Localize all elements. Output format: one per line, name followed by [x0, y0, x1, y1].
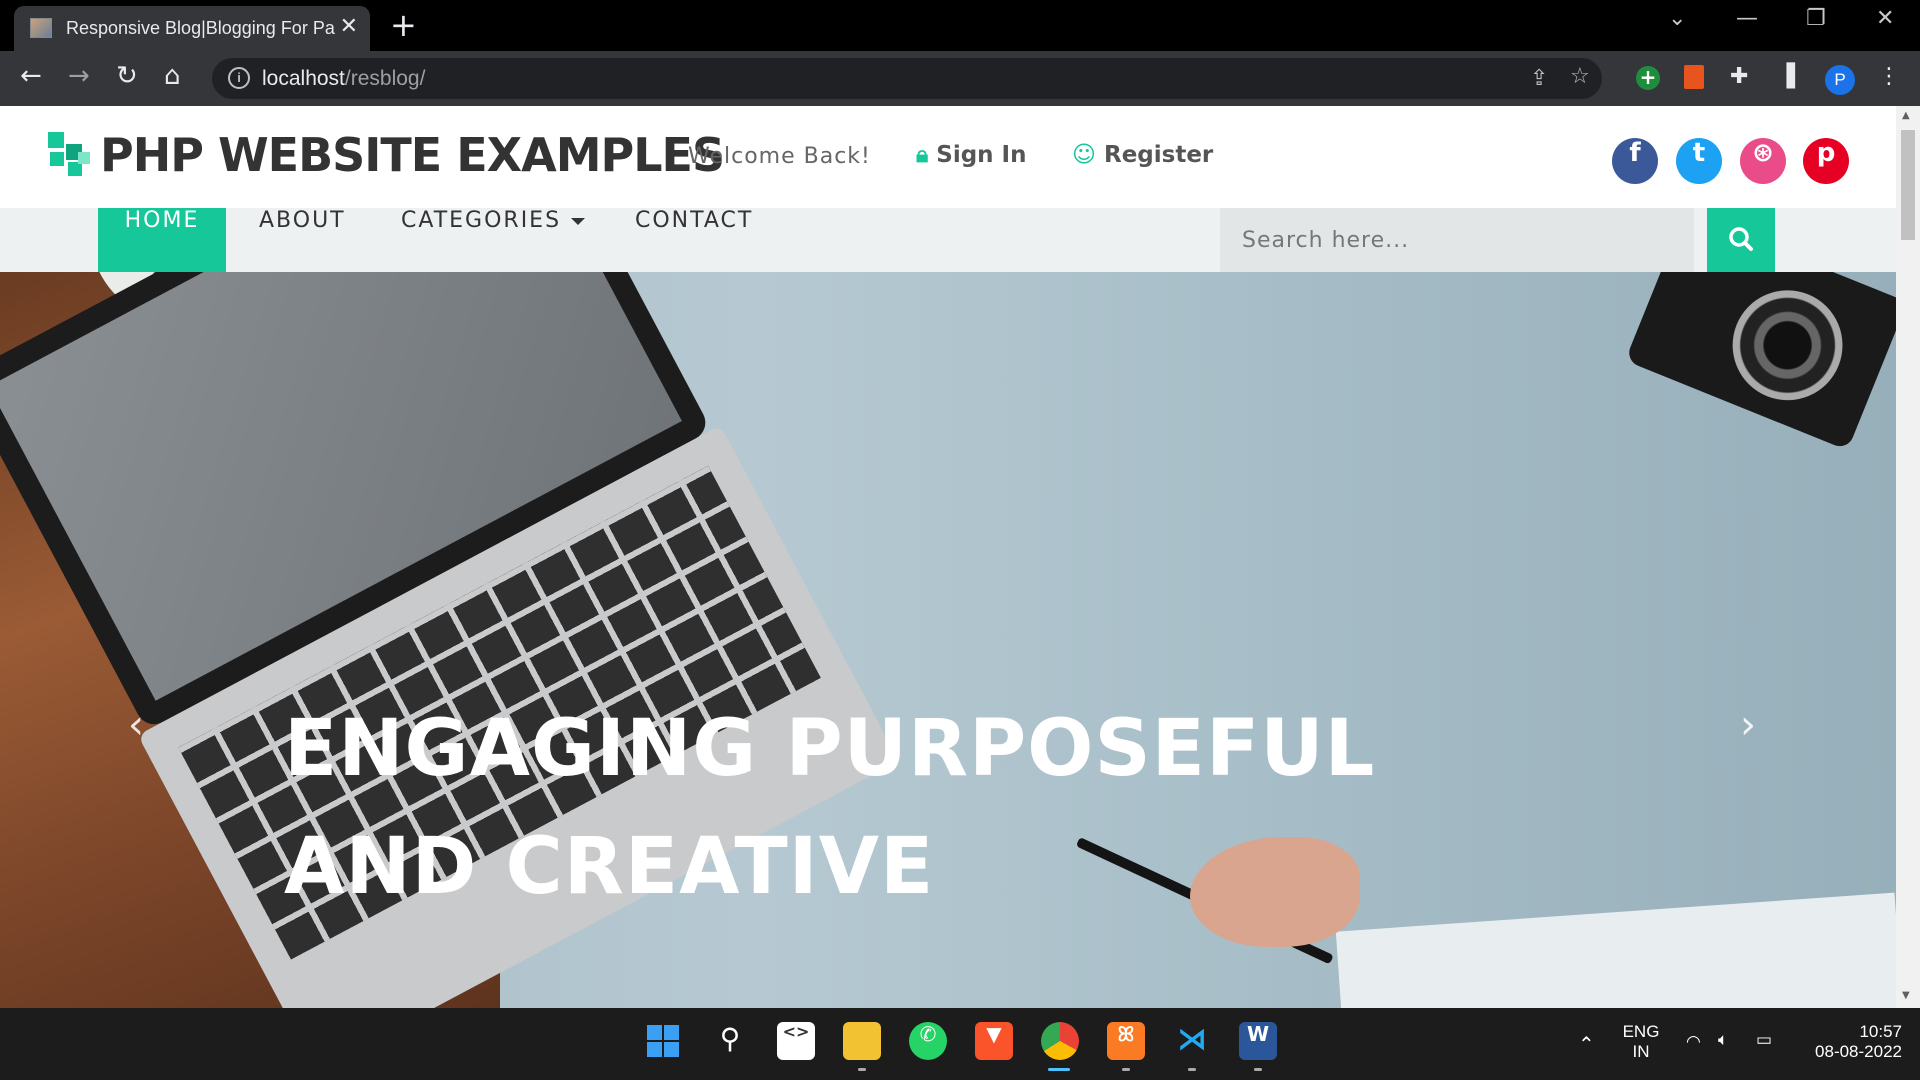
- new-tab-button[interactable]: +: [390, 6, 417, 44]
- scroll-thumb[interactable]: [1901, 130, 1915, 240]
- welcome-text: Welcome Back!: [688, 144, 871, 169]
- page-scrollbar[interactable]: ▲ ▼: [1896, 106, 1920, 1008]
- site-header: PHP WEBSITE EXAMPLES Welcome Back! 🔒︎ Sig…: [0, 106, 1896, 208]
- taskbar-indicator: [1254, 1068, 1262, 1071]
- clock[interactable]: 10:57 08-08-2022: [1796, 1022, 1902, 1062]
- back-icon[interactable]: ←: [20, 61, 42, 91]
- url-path: /resblog/: [344, 67, 426, 90]
- language-indicator[interactable]: ENG IN: [1620, 1022, 1662, 1062]
- pinterest-icon[interactable]: p: [1803, 138, 1849, 184]
- minimize-button[interactable]: —: [1736, 6, 1758, 31]
- sign-in-link[interactable]: 🔒︎ Sign In: [916, 142, 1026, 168]
- bookmark-star-icon[interactable]: ☆: [1570, 64, 1590, 89]
- windows-taskbar: ⚲ <> ✆ ▼ ꕤ ⋊ W ⌃ ENG IN ◠ 🔈︎ ▭ 10:57 08-…: [0, 1008, 1920, 1080]
- taskbar-indicator-active: [1048, 1068, 1070, 1071]
- close-window-button[interactable]: ✕: [1876, 6, 1894, 31]
- search-icon: [1729, 227, 1753, 251]
- twitter-icon[interactable]: t: [1676, 138, 1722, 184]
- tab-search-icon[interactable]: ⌄: [1668, 6, 1686, 31]
- url-text: localhost/resblog/: [262, 67, 425, 91]
- hero-title-line1: ENGAGING PURPOSEFUL: [284, 704, 1376, 794]
- user-icon: ☺: [1072, 142, 1096, 168]
- browser-tab-bar: Responsive Blog|Blogging For Pa ✕ + ⌄ — …: [0, 0, 1920, 51]
- forward-icon[interactable]: →: [68, 61, 90, 91]
- taskbar-indicator: [858, 1068, 866, 1071]
- tab-favicon-icon: [30, 18, 52, 38]
- main-navbar: HOME ABOUT CATEGORIES CONTACT: [0, 208, 1896, 272]
- share-icon[interactable]: ⇪: [1530, 66, 1548, 91]
- reload-icon[interactable]: ↻: [116, 61, 138, 91]
- hero-carousel: ENGAGING PURPOSEFUL AND CREATIVE ‹ ›: [0, 272, 1896, 1008]
- search-input[interactable]: [1220, 208, 1694, 272]
- page-viewport: PHP WEBSITE EXAMPLES Welcome Back! 🔒︎ Sig…: [0, 106, 1920, 1008]
- restore-button[interactable]: ❐: [1806, 6, 1826, 31]
- nav-categories[interactable]: CATEGORIES: [401, 208, 586, 272]
- site-logo-text[interactable]: PHP WEBSITE EXAMPLES: [100, 128, 725, 182]
- whatsapp-icon[interactable]: ✆: [909, 1022, 947, 1060]
- browser-tab[interactable]: Responsive Blog|Blogging For Pa ✕: [14, 6, 370, 51]
- carousel-next-icon[interactable]: ›: [1740, 702, 1756, 748]
- extension-green-icon[interactable]: +: [1636, 66, 1660, 90]
- clock-date: 08-08-2022: [1815, 1042, 1902, 1061]
- show-hidden-icons-icon[interactable]: ⌃: [1578, 1032, 1595, 1057]
- register-label: Register: [1103, 142, 1214, 168]
- logo-cubes-icon[interactable]: [46, 130, 92, 180]
- taskbar-indicator: [1188, 1068, 1196, 1071]
- profile-avatar[interactable]: P: [1825, 65, 1855, 95]
- facebook-icon[interactable]: f: [1612, 138, 1658, 184]
- dribbble-icon[interactable]: ⊛: [1740, 138, 1786, 184]
- chrome-icon[interactable]: [1041, 1022, 1079, 1060]
- hero-title: ENGAGING PURPOSEFUL AND CREATIVE: [284, 690, 1484, 926]
- hero-camera-image: [1625, 272, 1896, 451]
- dev-app-icon[interactable]: <>: [777, 1022, 815, 1060]
- nav-home[interactable]: HOME: [98, 208, 226, 272]
- file-explorer-icon[interactable]: [843, 1022, 881, 1060]
- extension-orange-icon[interactable]: [1684, 65, 1704, 89]
- hero-title-line2: AND CREATIVE: [284, 822, 935, 912]
- caret-down-icon: [571, 217, 586, 225]
- nav-about[interactable]: ABOUT: [259, 208, 346, 272]
- clock-time: 10:57: [1859, 1022, 1902, 1041]
- side-panel-icon[interactable]: ▐: [1778, 64, 1795, 89]
- register-link[interactable]: ☺ Register: [1072, 142, 1213, 168]
- xampp-icon[interactable]: ꕤ: [1107, 1022, 1145, 1060]
- language-region: IN: [1632, 1042, 1650, 1061]
- carousel-prev-icon[interactable]: ‹: [128, 702, 144, 748]
- browser-toolbar: ← → ↻ ⌂ i localhost/resblog/ ⇪ ☆ + ✚ ▐ P…: [0, 51, 1920, 106]
- search-button[interactable]: [1707, 208, 1775, 272]
- wifi-icon[interactable]: ◠: [1686, 1032, 1701, 1052]
- scroll-down-icon[interactable]: ▼: [1902, 990, 1910, 1001]
- scroll-up-icon[interactable]: ▲: [1902, 110, 1910, 121]
- nav-categories-label: CATEGORIES: [401, 208, 562, 233]
- word-icon[interactable]: W: [1239, 1022, 1277, 1060]
- menu-kebab-icon[interactable]: ⋮: [1878, 64, 1900, 89]
- address-bar[interactable]: i localhost/resblog/ ⇪ ☆: [212, 58, 1602, 99]
- tab-title: Responsive Blog|Blogging For Pa: [66, 18, 335, 38]
- url-host: localhost: [262, 67, 345, 90]
- vscode-icon[interactable]: ⋊: [1173, 1022, 1211, 1060]
- lock-icon: 🔒︎: [916, 142, 929, 168]
- home-icon[interactable]: ⌂: [164, 61, 181, 91]
- brave-icon[interactable]: ▼: [975, 1022, 1013, 1060]
- tab-close-icon[interactable]: ✕: [340, 14, 358, 39]
- language-code: ENG: [1622, 1022, 1660, 1041]
- battery-icon[interactable]: ▭: [1756, 1030, 1772, 1050]
- search-taskbar-icon[interactable]: ⚲: [711, 1022, 749, 1060]
- taskbar-indicator: [1122, 1068, 1130, 1071]
- extensions-puzzle-icon[interactable]: ✚: [1730, 64, 1748, 89]
- volume-icon[interactable]: 🔈︎: [1718, 1030, 1728, 1050]
- windows-start-icon[interactable]: [644, 1022, 682, 1060]
- sign-in-label: Sign In: [936, 142, 1027, 168]
- site-info-icon[interactable]: i: [228, 67, 250, 89]
- nav-contact[interactable]: CONTACT: [635, 208, 753, 272]
